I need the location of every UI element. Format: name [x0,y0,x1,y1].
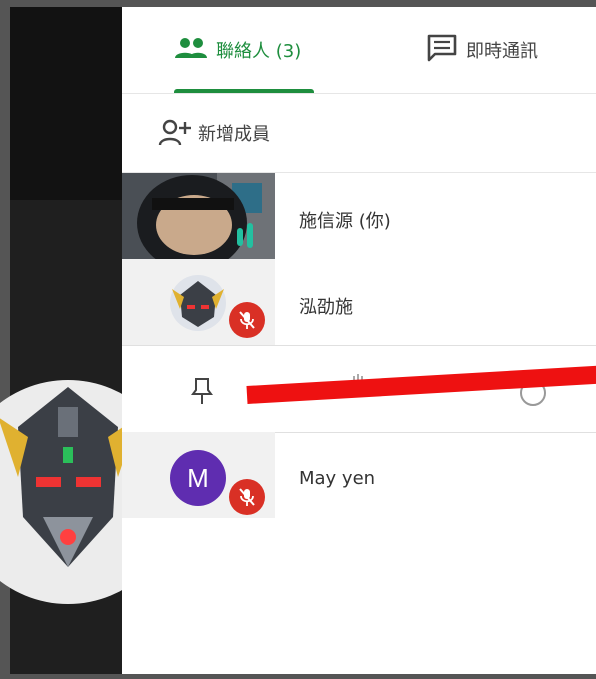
tab-bar: 聯絡人 (3) 即時通訊 [122,7,596,94]
people-icon [174,36,208,64]
mic-off-icon [229,479,265,515]
tab-contacts-label: 聯絡人 (3) [216,41,302,62]
active-tab-indicator [174,89,314,93]
person-add-icon [158,116,192,150]
participant-name: May yen [299,468,376,489]
tab-chat-label: 即時通訊 [466,41,538,62]
chat-icon [426,33,458,67]
mic-off-icon [229,302,265,338]
tab-chat[interactable]: 即時通訊 [426,7,596,93]
participant-avatar-area [122,259,275,345]
large-robot-avatar [0,367,138,617]
avatar: M [170,450,226,506]
add-member-label: 新增成員 [198,124,270,145]
video-tile-dark [10,7,122,200]
participant-row[interactable]: 施信源 (你) [122,173,596,259]
participant-avatar-area: M [122,432,275,518]
participant-row[interactable]: 泓劭施 [122,259,596,345]
helmet-video-thumbnail [122,173,275,259]
participant-name: 泓劭施 [299,297,353,318]
add-member-button[interactable]: 新增成員 [122,94,596,173]
participant-name: 施信源 (你) [299,211,391,232]
participant-row[interactable]: M May yen [122,432,596,518]
people-panel: 聯絡人 (3) 即時通訊 新增成員 施信源 (你) 泓劭施 M May yen [122,7,596,674]
robot-avatar-icon [170,275,226,335]
pin-icon[interactable] [190,376,214,410]
tab-contacts[interactable]: 聯絡人 (3) [174,7,314,93]
